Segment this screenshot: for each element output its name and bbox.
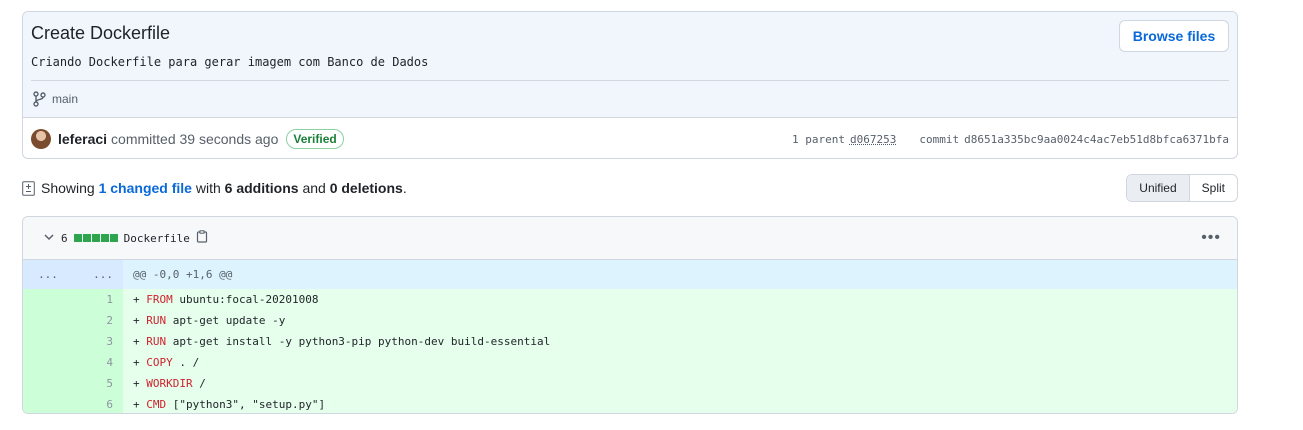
line-code: + COPY . / — [123, 352, 1237, 373]
plus-sign: + — [133, 356, 147, 369]
kebab-menu-icon[interactable]: ••• — [1201, 229, 1221, 247]
commit-description: Criando Dockerfile para gerar imagem com… — [31, 55, 429, 69]
change-count: 6 — [61, 231, 68, 245]
avatar[interactable] — [31, 129, 51, 149]
code-text: apt-get update -y — [166, 314, 286, 327]
diffstat-block — [73, 234, 82, 242]
and-label: and — [302, 180, 326, 196]
old-line-number[interactable] — [23, 289, 73, 310]
keyword: RUN — [146, 335, 167, 348]
code-text: apt-get install -y python3-pip python-de… — [166, 335, 551, 348]
commit-label: commit — [919, 132, 960, 146]
author-link[interactable]: leferaci — [58, 131, 107, 147]
plus-sign: + — [133, 398, 147, 411]
verified-badge[interactable]: Verified — [286, 129, 344, 149]
commit-header-box: Create Dockerfile Criando Dockerfile par… — [22, 11, 1238, 159]
new-line-number[interactable]: 5 — [73, 373, 123, 394]
file-header-info: 6 Dockerfile — [43, 230, 208, 246]
hunk-header: @@ -0,0 +1,6 @@ — [133, 268, 233, 281]
diff-view-toggle: Unified Split — [1126, 174, 1238, 202]
new-line-number[interactable]: 4 — [73, 352, 123, 373]
parent-label: 1 parent — [792, 132, 845, 146]
diffstat-bar — [73, 234, 118, 242]
line-code: + FROM ubuntu:focal-20201008 — [123, 289, 1237, 310]
diffstat-block — [82, 234, 91, 242]
diff-line: 4 + COPY . / — [23, 352, 1237, 373]
diffstat-block — [91, 234, 100, 242]
new-line-number[interactable]: 2 — [73, 310, 123, 331]
file-name-link[interactable]: Dockerfile — [124, 232, 190, 245]
expand-left[interactable]: ... — [23, 260, 73, 289]
file-diff: 6 Dockerfile ••• ... ... @@ -0,0 +1,6 @@ — [22, 216, 1238, 414]
keyword: WORKDIR — [146, 377, 193, 390]
showing-label: Showing — [41, 180, 95, 196]
split-view-button[interactable]: Split — [1190, 175, 1237, 201]
period: . — [402, 180, 407, 196]
plus-sign: + — [133, 314, 147, 327]
old-line-number[interactable] — [23, 373, 73, 394]
branch-indicator[interactable]: main — [32, 91, 78, 107]
diff-summary-row: Showing 1 changed file with 6 additions … — [22, 174, 1238, 202]
line-code: + CMD ["python3", "setup.py"] — [123, 394, 1237, 413]
commit-summary-panel: Create Dockerfile Criando Dockerfile par… — [23, 12, 1237, 118]
chevron-down-icon[interactable] — [43, 231, 55, 246]
plus-sign: + — [133, 293, 147, 306]
diff-line: 3 + RUN apt-get install -y python3-pip py… — [23, 331, 1237, 352]
code-text: ["python3", "setup.py"] — [166, 398, 326, 411]
plus-sign: + — [133, 377, 147, 390]
changed-files-link[interactable]: 1 changed file — [99, 180, 192, 196]
diff-line: 6 + CMD ["python3", "setup.py"] — [23, 394, 1237, 413]
line-code: + WORKDIR / — [123, 373, 1237, 394]
old-line-number[interactable] — [23, 331, 73, 352]
git-branch-icon — [32, 91, 46, 107]
new-line-number[interactable]: 3 — [73, 331, 123, 352]
commit-time: committed 39 seconds ago — [111, 131, 279, 147]
browse-files-button[interactable]: Browse files — [1119, 20, 1229, 52]
commit-meta: leferaci committed 39 seconds ago Verifi… — [31, 126, 1229, 152]
new-line-number[interactable]: 6 — [73, 394, 123, 413]
keyword: COPY — [146, 356, 173, 369]
diff-line: 2 + RUN apt-get update -y — [23, 310, 1237, 331]
new-line-number[interactable]: 1 — [73, 289, 123, 310]
unified-view-button[interactable]: Unified — [1127, 175, 1190, 201]
diff-line: 5 + WORKDIR / — [23, 373, 1237, 394]
hunk-row: ... ... @@ -0,0 +1,6 @@ — [23, 260, 1237, 289]
code-text: . / — [172, 356, 200, 369]
added-lines: 1 + FROM ubuntu:focal-20201008 2 + RUN apt-… — [23, 289, 1237, 413]
old-line-number[interactable] — [23, 310, 73, 331]
additions-count: 6 additions — [224, 180, 299, 196]
file-diff-icon — [22, 180, 35, 196]
old-line-number[interactable] — [23, 352, 73, 373]
file-header: 6 Dockerfile ••• — [23, 217, 1237, 260]
keyword: RUN — [146, 314, 167, 327]
with-label: with — [195, 180, 221, 196]
deletions-count: 0 deletions — [329, 180, 403, 196]
divider — [31, 80, 1229, 81]
keyword: CMD — [146, 398, 167, 411]
diffstat-block — [109, 234, 118, 242]
keyword: FROM — [146, 293, 173, 306]
commit-title: Create Dockerfile — [31, 23, 171, 43]
expand-right[interactable]: ... — [73, 260, 123, 289]
copy-icon[interactable] — [196, 230, 208, 246]
commit-sha: d8651a335bc9aa0024c4ac7eb51d8bfca6371bfa — [964, 132, 1229, 146]
line-code: + RUN apt-get install -y python3-pip pyt… — [123, 331, 1237, 352]
diff-summary-text: Showing 1 changed file with 6 additions … — [41, 180, 407, 196]
diff-line: 1 + FROM ubuntu:focal-20201008 — [23, 289, 1237, 310]
branch-name: main — [52, 92, 79, 106]
code-text: ubuntu:focal-20201008 — [172, 293, 319, 306]
plus-sign: + — [133, 335, 147, 348]
commit-sha-info: 1 parent d067253 commit d8651a335bc9aa00… — [792, 133, 1229, 146]
diffstat-block — [100, 234, 109, 242]
diff-table: ... ... @@ -0,0 +1,6 @@ 1 + FROM ubuntu:f… — [23, 260, 1237, 413]
code-text: / — [192, 377, 206, 390]
old-line-number[interactable] — [23, 394, 73, 413]
line-code: + RUN apt-get update -y — [123, 310, 1237, 331]
parent-sha-link[interactable]: d067253 — [850, 133, 896, 146]
